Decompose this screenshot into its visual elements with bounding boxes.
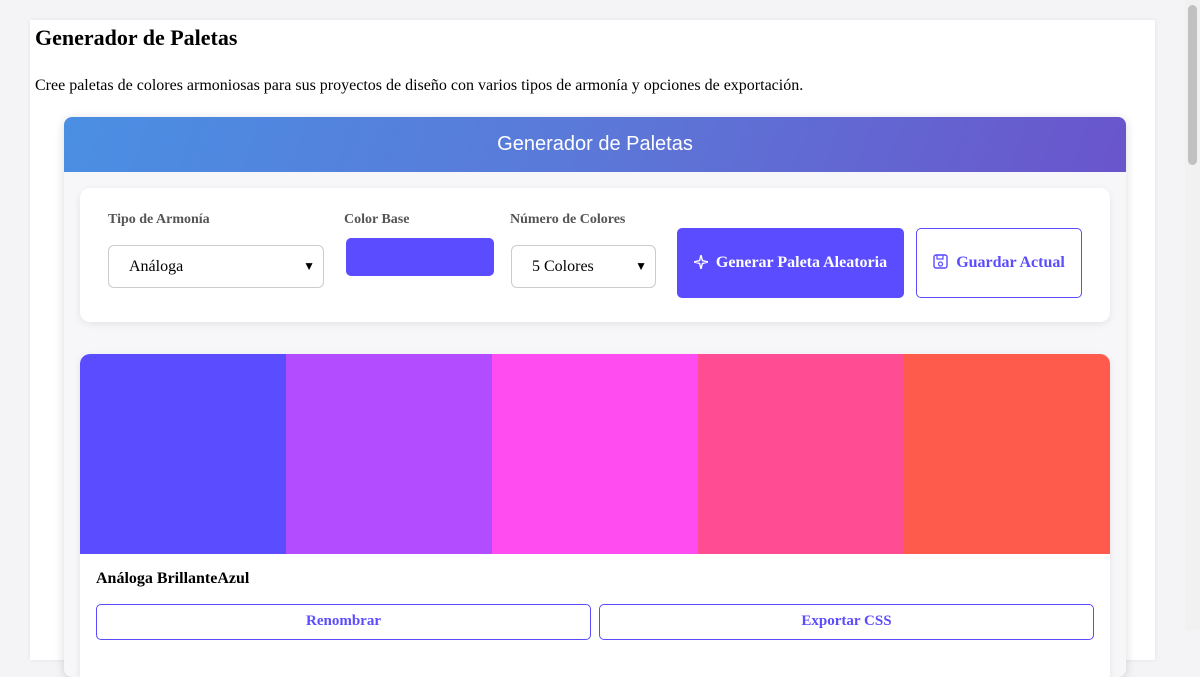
scrollbar[interactable] [1185,0,1200,630]
color-count-value: 5 Colores [532,258,594,275]
page-description: Cree paletas de colores armoniosas para … [35,77,804,94]
harmony-type-value: Análoga [129,258,184,275]
color-swatch-1[interactable] [80,354,286,554]
color-swatch-5[interactable] [904,354,1110,554]
palette-name: Análoga BrillanteAzul [96,570,250,587]
palette-swatches [80,354,1110,554]
app-header-title: Generador de Paletas [64,117,1126,172]
scrollbar-thumb[interactable] [1188,5,1197,165]
controls-panel: Tipo de Armonía Análoga ▼ Color Base Núm… [80,188,1110,322]
generate-random-palette-button[interactable]: Generar Paleta Aleatoria [677,228,904,298]
color-swatch-3[interactable] [492,354,698,554]
chevron-down-icon: ▼ [303,259,315,273]
chevron-down-icon: ▼ [635,259,647,273]
harmony-type-select[interactable]: Análoga ▼ [108,245,324,288]
color-swatch-2[interactable] [286,354,492,554]
color-count-label: Número de Colores [510,212,626,227]
palette-generator-app: Generador de Paletas Tipo de Armonía Aná… [64,117,1126,677]
sparkle-icon [693,230,709,300]
floppy-disk-icon [933,231,948,299]
color-swatch-4[interactable] [698,354,904,554]
rename-button[interactable]: Renombrar [96,604,591,640]
generate-button-label: Generar Paleta Aleatoria [715,254,888,271]
save-button-label: Guardar Actual [956,254,1065,271]
page-container: Generador de Paletas Cree paletas de col… [30,20,1155,677]
base-color-picker[interactable] [346,238,494,276]
palette-card: Análoga BrillanteAzul Renombrar Exportar… [80,354,1110,677]
page-title: Generador de Paletas [35,25,238,50]
color-count-select[interactable]: 5 Colores ▼ [511,245,656,288]
save-current-button[interactable]: Guardar Actual [916,228,1082,298]
harmony-type-label: Tipo de Armonía [108,212,210,227]
export-css-button[interactable]: Exportar CSS [599,604,1094,640]
base-color-label: Color Base [344,212,410,227]
